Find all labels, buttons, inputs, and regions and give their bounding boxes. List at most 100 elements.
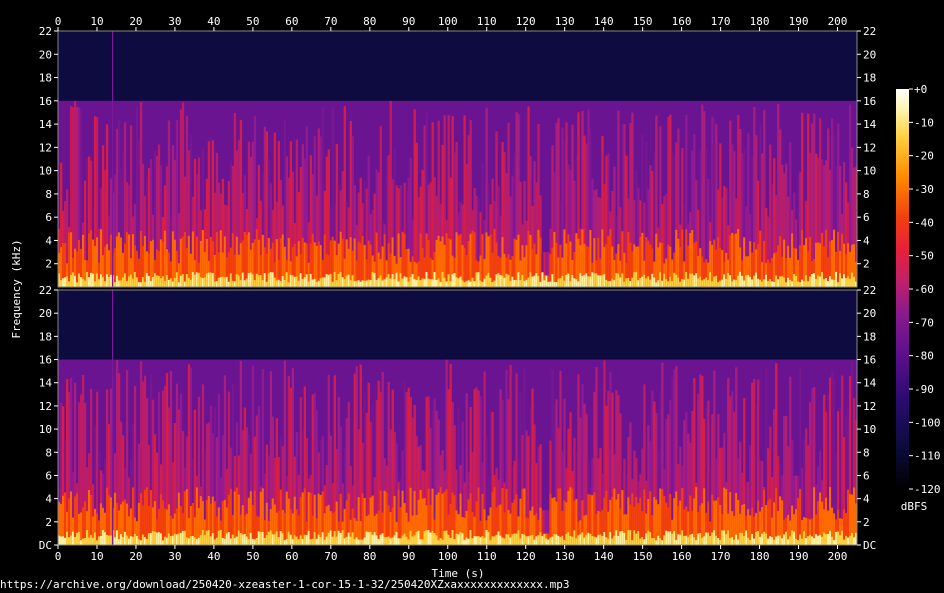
spectrum-bass <box>353 538 356 545</box>
spectrum-bass <box>161 276 165 287</box>
spectrum-bass <box>829 530 832 545</box>
spectrum-bass <box>561 275 564 287</box>
spectrum-bass <box>703 536 706 545</box>
spectrum-bass <box>363 537 366 545</box>
spectrum-bass <box>715 275 718 287</box>
spectrum-bass <box>225 533 229 545</box>
colorbar-tick-label: -120 <box>914 483 941 496</box>
spectrum-bass <box>753 275 756 287</box>
spectrum-bass <box>143 281 147 287</box>
spectrum-bass <box>159 278 163 287</box>
spectrum-bass <box>623 532 626 545</box>
spectrum-lowband <box>419 233 422 287</box>
spectrum-lowband <box>569 241 572 287</box>
spectrum-lowband <box>113 492 117 545</box>
spectrum-bass <box>609 532 612 545</box>
spectrum-bass <box>119 280 123 287</box>
spectrum-bass <box>819 534 822 545</box>
spectrum-lowband <box>611 496 614 545</box>
spectrum-lowband <box>363 245 366 287</box>
spectrum-bass <box>263 538 267 545</box>
spectrum-bass <box>149 532 153 545</box>
spectrum-bass <box>83 280 87 287</box>
spectrum-lowband <box>139 231 143 287</box>
spectrum-bass <box>325 536 328 545</box>
spectrum-bass <box>789 536 792 545</box>
spectrum-bass <box>315 538 318 545</box>
spectrum-bass <box>77 273 81 287</box>
spectrum-column <box>359 364 362 545</box>
spectrum-lowband <box>555 242 558 287</box>
spectrum-bass <box>179 532 183 545</box>
spectrum-bass <box>293 276 297 287</box>
channel-panel-1 <box>57 30 858 288</box>
y-tick-label-left: 8 <box>45 188 52 201</box>
spectrum-bass <box>275 280 279 287</box>
spectrum-bass <box>385 536 388 545</box>
spectrum-bass <box>133 272 137 287</box>
y-tick-label-left: 16 <box>39 95 52 108</box>
spectrum-bass <box>541 536 544 545</box>
spectrum-bass <box>537 276 540 287</box>
spectrum-lowband <box>253 490 257 545</box>
spectrum-bass <box>315 281 318 287</box>
spectrum-bass <box>335 280 338 287</box>
spectrum-bass <box>459 532 462 545</box>
spectrum-bass <box>823 532 826 545</box>
spectrum-bass <box>681 530 684 545</box>
spectrum-bass <box>333 272 336 287</box>
spectrum-bass <box>181 530 185 545</box>
spectrum-lowband <box>655 233 658 287</box>
spectrum-bass <box>623 281 626 287</box>
spectrum-lowband <box>421 498 424 545</box>
spectrum-lowband <box>519 498 522 545</box>
spectrum-bass <box>811 273 814 287</box>
spectrum-bass <box>389 278 392 287</box>
spectrum-bass <box>79 277 83 287</box>
spectrum-bass <box>131 278 135 287</box>
spectrum-lowband <box>463 248 466 287</box>
spectrum-bass <box>313 278 316 287</box>
spectrogram-panels <box>57 30 858 546</box>
spectrum-bass <box>613 280 616 287</box>
spectrum-bass <box>259 532 263 545</box>
spectrum-bass <box>211 533 215 545</box>
y-tick-label-left: 12 <box>39 400 52 413</box>
spectrum-bass <box>727 530 730 545</box>
spectrum-bass <box>771 537 774 545</box>
y-tick-label-right: 12 <box>863 141 876 154</box>
spectrum-bass <box>845 278 848 287</box>
spectrum-bass <box>547 281 550 287</box>
colorbar-tick-label: -20 <box>914 150 934 163</box>
spectrum-bass <box>583 274 586 287</box>
spectrum-bass <box>841 278 844 287</box>
x-tick-label-bottom: 200 <box>828 550 848 563</box>
spectrum-bass <box>463 282 466 287</box>
spectrum-bass <box>691 533 694 545</box>
x-tick-label-top: 70 <box>324 15 337 28</box>
colorbar-tick-label: +0 <box>914 83 927 96</box>
spectrum-bass <box>125 280 129 287</box>
spectrum-bass <box>847 537 850 545</box>
spectrum-bass <box>707 532 710 545</box>
source-url: https://archive.org/download/250420-xzea… <box>0 578 570 591</box>
spectrum-lowband <box>577 238 580 287</box>
colorbar-gradient <box>896 89 909 489</box>
spectrum-bass <box>553 281 556 287</box>
spectrum-bass <box>637 280 640 287</box>
spectrum-bass <box>129 536 133 545</box>
spectrum-bass <box>99 536 103 545</box>
spectrum-bass <box>357 280 360 287</box>
spectrum-bass <box>475 272 478 287</box>
colorbar-tick-label: -50 <box>914 250 934 263</box>
spectrum-lowband <box>473 232 476 287</box>
spectrum-bass <box>103 532 107 545</box>
spectrum-bass <box>717 282 720 287</box>
y-tick-label-right: 16 <box>863 95 876 108</box>
spectrum-bass <box>331 536 334 545</box>
spectrum-bass <box>503 277 506 287</box>
x-tick-label-top: 180 <box>750 15 770 28</box>
spectrum-bass <box>167 533 171 545</box>
spectrum-lowband <box>223 499 227 545</box>
spectrum-bass <box>705 277 708 287</box>
